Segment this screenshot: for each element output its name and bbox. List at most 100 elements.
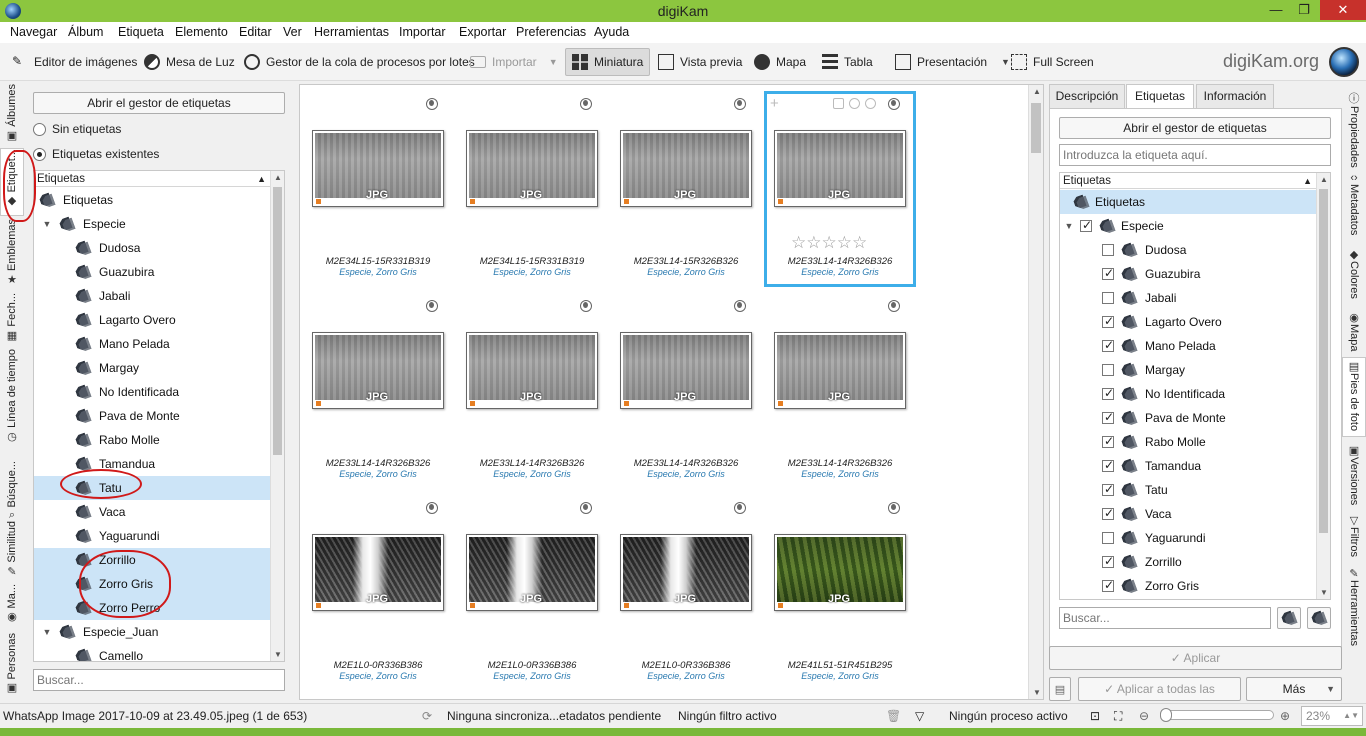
table-button[interactable]: Tabla [822, 49, 873, 75]
right-tag-tree-header[interactable]: Etiquetas ▲ [1060, 173, 1316, 189]
right-tag-tree-item[interactable]: Mano Pelada [1060, 334, 1316, 358]
add-to-selection-icon[interactable]: + [770, 95, 779, 112]
tag-checkbox[interactable] [1102, 554, 1114, 568]
thumbnail-image[interactable]: JPG [312, 534, 444, 611]
grid-scrollbar[interactable]: ▲ ▼ [1028, 85, 1043, 699]
menu-importar[interactable]: Importar [399, 25, 446, 39]
thumbnail-image[interactable]: JPG [620, 130, 752, 207]
tab-search[interactable]: Búsque... ⌕ [0, 461, 24, 521]
tag-tree-item[interactable]: Lagarto Overo [34, 308, 270, 332]
thumbnail-item[interactable]: JPG M2E33L14-15R326B326 Especie, Zorro Gri… [610, 91, 762, 287]
right-tag-tree-item[interactable]: Yaguarundi [1060, 526, 1316, 550]
tag-tree-item[interactable]: Jabali [34, 284, 270, 308]
thumbnail-item[interactable]: JPG M2E41L51-51R451B295 Especie, Zorro Gri… [764, 495, 916, 691]
tag-tree-item[interactable]: Dudosa [34, 236, 270, 260]
scroll-up-icon[interactable]: ▲ [274, 173, 282, 182]
tag-tree-header[interactable]: Etiquetas ▲ [34, 171, 270, 187]
maximize-button[interactable]: ❐ [1290, 0, 1318, 20]
right-tree-parent[interactable]: ▼ Especie [1060, 214, 1316, 238]
thumbnail-image[interactable]: JPG [774, 332, 906, 409]
rotate-right-icon[interactable] [865, 98, 876, 109]
thumbnail-image[interactable]: JPG [466, 534, 598, 611]
menu-album[interactable]: Álbum [68, 25, 103, 39]
tab-albums[interactable]: Álbumes ▣ [0, 84, 24, 148]
right-tag-tree-item[interactable]: Tatu [1060, 478, 1316, 502]
menu-ver[interactable]: Ver [283, 25, 302, 39]
thumbnail-image[interactable]: JPG [774, 130, 906, 207]
radio-existing-tags[interactable]: Etiquetas existentes [33, 147, 159, 161]
tag-checkbox[interactable] [1102, 292, 1114, 304]
tag-tree-item[interactable]: Pava de Monte [34, 404, 270, 428]
preview-button[interactable]: Vista previa [658, 49, 742, 75]
caret-down-icon[interactable]: ▼ [40, 627, 54, 637]
scroll-thumb[interactable] [273, 187, 282, 455]
menu-herramientas[interactable]: Herramientas [314, 25, 389, 39]
tag-checkbox[interactable] [1102, 578, 1114, 592]
zoom-level-field[interactable]: 23% ▲▼ [1301, 706, 1363, 726]
tag-tree-item[interactable]: ▼ Especie [34, 212, 270, 236]
thumbnail-item[interactable]: JPG M2E34L15-15R331B319 Especie, Zorro Gri… [456, 91, 608, 287]
tag-tree-item[interactable]: Tamandua [34, 452, 270, 476]
revert-button[interactable]: ▤ [1049, 677, 1071, 701]
scroll-up-icon[interactable]: ▲ [1033, 87, 1041, 96]
tab-map-right[interactable]: ◉ Mapa [1342, 309, 1366, 357]
tab-labels[interactable]: Emblemas ★ [0, 219, 24, 286]
thumbnail-item[interactable]: + JPG ☆☆☆☆☆ M2E33L14-14R326B326 Especie, Zor… [764, 91, 916, 287]
queue-manager-button[interactable]: Gestor de la cola de procesos por lotes [244, 49, 475, 75]
map-button[interactable]: Mapa [754, 49, 806, 75]
thumbnail-image[interactable]: JPG [312, 332, 444, 409]
tag-tree-item[interactable]: Mano Pelada [34, 332, 270, 356]
caret-down-icon[interactable]: ▼ [1062, 221, 1076, 231]
thumbnail-image[interactable]: JPG [466, 332, 598, 409]
trash-icon[interactable]: 🗑 [886, 709, 901, 723]
thumbnail-item[interactable]: JPG M2E34L15-15R331B319 Especie, Zorro Gri… [302, 91, 454, 287]
checkbox-especie[interactable] [1080, 218, 1092, 232]
scroll-down-icon[interactable]: ▼ [274, 650, 282, 659]
light-table-button[interactable]: Mesa de Luz [144, 49, 235, 75]
thumbnail-image[interactable]: JPG [312, 130, 444, 207]
open-tag-manager-right-button[interactable]: Abrir el gestor de etiquetas [1059, 117, 1331, 139]
menu-ayuda[interactable]: Ayuda [594, 25, 629, 39]
right-tag-tree-item[interactable]: Dudosa [1060, 238, 1316, 262]
minimize-button[interactable]: — [1262, 0, 1290, 20]
menu-elemento[interactable]: Elemento [175, 25, 228, 39]
zoom-fit-icon[interactable]: ⊡ [1090, 709, 1100, 723]
tab-timeline[interactable]: Línea de tiempo ◷ [0, 349, 24, 445]
slideshow-dropdown-icon[interactable]: ▼ [1001, 57, 1010, 67]
radio-no-tags[interactable]: Sin etiquetas [33, 122, 121, 136]
right-tag-tree-item[interactable]: Jabali [1060, 286, 1316, 310]
tab-tags-right[interactable]: Etiquetas [1126, 84, 1194, 109]
caret-down-icon[interactable]: ▼ [40, 219, 54, 229]
tag-checkbox[interactable] [1102, 338, 1114, 352]
scroll-down-icon[interactable]: ▼ [1033, 688, 1041, 697]
tag-tree-item[interactable]: Guazubira [34, 260, 270, 284]
tag-tree-item[interactable]: Camello [34, 644, 270, 661]
zoom-full-icon[interactable]: ⛶ [1114, 709, 1122, 724]
tab-similarity[interactable]: Similitud ✎ [0, 521, 24, 578]
tag-tree-item[interactable]: Vaca [34, 500, 270, 524]
menu-exportar[interactable]: Exportar [459, 25, 506, 39]
status-sync[interactable]: Ninguna sincroniza...etadatos pendiente [447, 709, 661, 723]
zoom-slider-handle[interactable] [1160, 708, 1172, 722]
import-button[interactable]: Importar ▼ [470, 49, 558, 75]
menu-etiqueta[interactable]: Etiqueta [118, 25, 164, 39]
thumbnail-view-button[interactable]: Miniatura [565, 48, 651, 76]
thumbnail-image[interactable]: JPG [774, 534, 906, 611]
image-editor-button[interactable]: ✎ Editor de imágenes [12, 49, 137, 75]
thumbnail-item[interactable]: JPG M2E1L0-0R336B386 Especie, Zorro Gris [610, 495, 762, 691]
fullscreen-button[interactable]: Full Screen [1011, 49, 1094, 75]
right-tag-tree-item[interactable]: Margay [1060, 358, 1316, 382]
rotate-left-icon[interactable] [849, 98, 860, 109]
tag-checkbox[interactable] [1102, 266, 1114, 280]
tab-colors[interactable]: ◆ Colores [1342, 246, 1366, 306]
tag-checkbox[interactable] [1102, 434, 1114, 448]
tag-checkbox[interactable] [1102, 506, 1114, 520]
thumbnail-item[interactable]: JPG M2E1L0-0R336B386 Especie, Zorro Gris [456, 495, 608, 691]
tab-dates[interactable]: Fech... ▦ [0, 293, 24, 343]
status-filter[interactable]: Ningún filtro activo [678, 709, 777, 723]
tab-tools[interactable]: ✎ Herramientas [1342, 565, 1366, 651]
zoom-spin-icon[interactable]: ▲▼ [1343, 707, 1359, 725]
scroll-thumb[interactable] [1031, 103, 1041, 153]
zoom-in-icon[interactable]: ⊕ [1280, 709, 1290, 723]
tag-checkbox[interactable] [1102, 482, 1114, 496]
